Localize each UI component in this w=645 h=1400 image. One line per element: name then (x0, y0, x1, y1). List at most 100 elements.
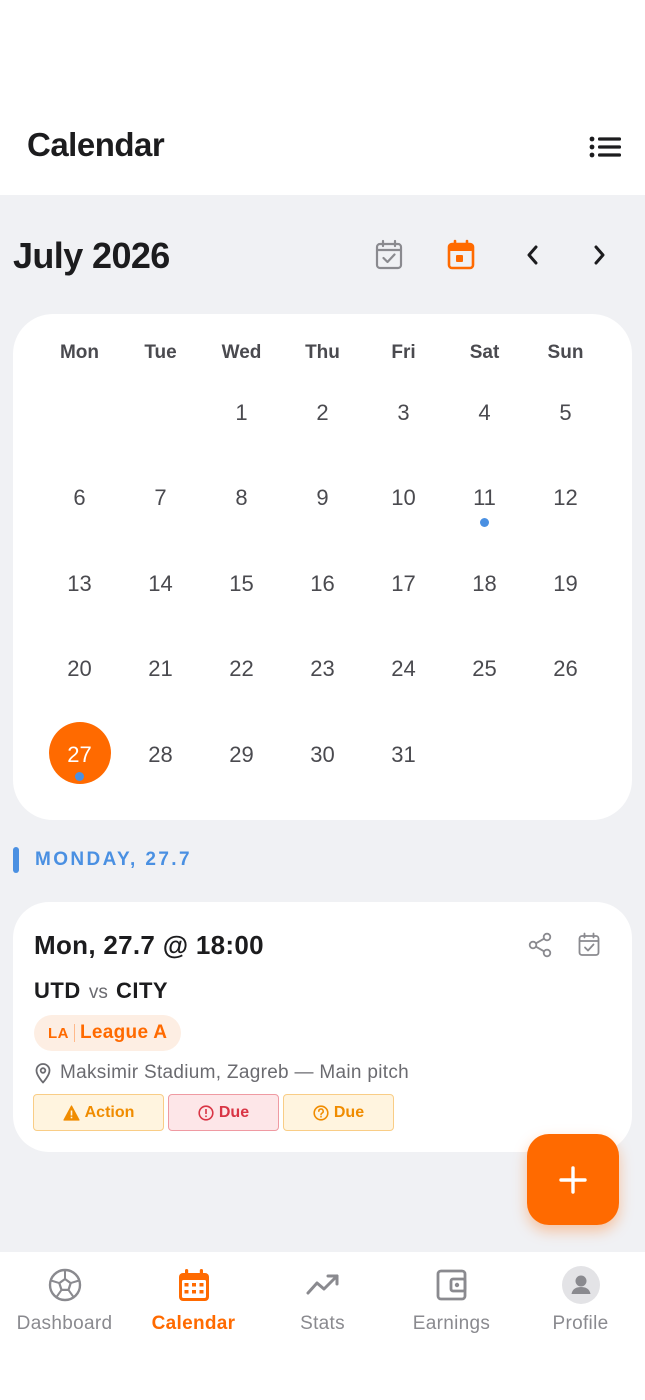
next-month-button[interactable] (577, 233, 621, 277)
calendar-day[interactable]: 30 (282, 712, 363, 798)
calendar-day-number: 13 (67, 570, 92, 596)
empty-day-cell (525, 712, 606, 798)
add-event-button[interactable] (527, 1134, 619, 1225)
previous-month-button[interactable] (511, 233, 555, 277)
chevron-right-icon (594, 245, 605, 265)
empty-day-cell (39, 370, 120, 456)
calendar-day[interactable]: 13 (39, 541, 120, 627)
calendar-day[interactable]: 10 (363, 456, 444, 542)
month-calendar: Mon Tue Wed Thu Fri Sat Sun 1 2 3 4 5 6 7 8 9 10 11 12 13 1… (13, 314, 632, 820)
league-abbreviation: LA (48, 1024, 69, 1042)
add-to-calendar-button[interactable] (572, 928, 606, 962)
nav-stats[interactable]: Stats (258, 1252, 387, 1400)
status-badges: Action Due Due (33, 1094, 394, 1131)
calendar-check-icon (578, 932, 600, 956)
weekday-label: Sun (547, 342, 584, 363)
share-icon (528, 932, 552, 958)
calendar-day-number: 24 (391, 656, 416, 682)
calendar-day[interactable]: 19 (525, 541, 606, 627)
calendar-day-number: 8 (235, 485, 248, 511)
warning-icon (63, 1104, 80, 1121)
top-app-bar: Calendar (0, 0, 645, 195)
weekday-header-row: Mon Tue Wed Thu Fri Sat Sun (39, 342, 606, 368)
calendar-day-number: 5 (559, 399, 572, 425)
action-badge[interactable]: Action (33, 1094, 164, 1131)
soccer-ball-icon (46, 1266, 84, 1304)
event-indicator-dot (480, 517, 489, 527)
calendar-day[interactable]: 25 (444, 627, 525, 713)
calendar-day[interactable]: 20 (39, 627, 120, 713)
payment-due-badge[interactable]: Due (168, 1094, 279, 1131)
calendar-day[interactable]: 26 (525, 627, 606, 713)
map-pin-icon (34, 1061, 54, 1085)
agenda-view-button[interactable] (367, 233, 411, 277)
calendar-day[interactable]: 29 (201, 712, 282, 798)
question-circle-icon (313, 1104, 329, 1121)
calendar-day[interactable]: 9 (282, 456, 363, 542)
empty-day-cell (120, 370, 201, 456)
list-view-button[interactable] (586, 132, 624, 162)
calendar-day[interactable]: 17 (363, 541, 444, 627)
calendar-day[interactable]: 14 (120, 541, 201, 627)
match-teams: UTD vs CITY (34, 978, 168, 1004)
calendar-day[interactable]: 15 (201, 541, 282, 627)
calendar-day-number: 27 (67, 741, 92, 767)
nav-profile-label: Profile (552, 1313, 609, 1334)
calendar-day[interactable]: 12 (525, 456, 606, 542)
calendar-day-selected[interactable]: 27 (39, 712, 120, 798)
calendar-day-number: 26 (553, 656, 578, 682)
calendar-day-number: 12 (553, 485, 578, 511)
calendar-day[interactable]: 16 (282, 541, 363, 627)
empty-day-cell (444, 712, 525, 798)
calendar-day[interactable]: 22 (201, 627, 282, 713)
calendar-day[interactable]: 23 (282, 627, 363, 713)
calendar-day-number: 21 (148, 656, 173, 682)
bottom-navigation: Dashboard Calendar Stats Earnings Profil… (0, 1252, 645, 1400)
calendar-day[interactable]: 7 (120, 456, 201, 542)
match-card[interactable]: Mon, 27.7 @ 18:00 UTD vs CITY LA League … (13, 902, 632, 1152)
calendar-day-number: 3 (397, 399, 410, 425)
month-header: July 2026 (0, 225, 645, 287)
league-name: League A (80, 1022, 168, 1043)
nav-earnings[interactable]: Earnings (387, 1252, 516, 1400)
calendar-day-number: 28 (148, 741, 173, 767)
calendar-day-number: 29 (229, 741, 254, 767)
plus-icon (559, 1165, 587, 1194)
nav-profile[interactable]: Profile (516, 1252, 645, 1400)
alert-circle-icon (198, 1104, 214, 1121)
calendar-day[interactable]: 5 (525, 370, 606, 456)
nav-dashboard[interactable]: Dashboard (0, 1252, 129, 1400)
venue-text: Maksimir Stadium, Zagreb — Main pitch (60, 1062, 409, 1083)
calendar-day[interactable]: 18 (444, 541, 525, 627)
calendar-day[interactable]: 6 (39, 456, 120, 542)
calendar-day-number: 31 (391, 741, 416, 767)
league-chip[interactable]: LA League A (34, 1015, 182, 1051)
month-view-button[interactable] (439, 233, 483, 277)
calendar-day-number: 16 (310, 570, 335, 596)
calendar-day[interactable]: 4 (444, 370, 525, 456)
nav-calendar[interactable]: Calendar (129, 1252, 258, 1400)
nav-calendar-label: Calendar (151, 1313, 236, 1334)
calendar-day-grid: 1 2 3 4 5 6 7 8 9 10 11 12 13 14 15 16 17 18 19 20 21 22 23 24 2… (39, 370, 606, 798)
calendar-day[interactable]: 21 (120, 627, 201, 713)
calendar-day[interactable]: 1 (201, 370, 282, 456)
calendar-day[interactable]: 11 (444, 456, 525, 542)
calendar-day[interactable]: 28 (120, 712, 201, 798)
calendar-day[interactable]: 24 (363, 627, 444, 713)
calendar-day-icon (447, 239, 475, 270)
weekday-label: Sat (469, 342, 500, 363)
calendar-day[interactable]: 31 (363, 712, 444, 798)
trending-up-icon (304, 1266, 342, 1304)
calendar-day[interactable]: 8 (201, 456, 282, 542)
calendar-day-number: 9 (316, 485, 329, 511)
calendar-day-number: 6 (73, 485, 86, 511)
user-icon (561, 1266, 600, 1304)
home-team: UTD (34, 978, 81, 1003)
calendar-day-number: 19 (553, 570, 578, 596)
match-datetime: Mon, 27.7 @ 18:00 (34, 930, 264, 960)
calendar-day[interactable]: 2 (282, 370, 363, 456)
share-button[interactable] (523, 928, 557, 962)
calendar-day-number: 18 (472, 570, 497, 596)
calendar-day[interactable]: 3 (363, 370, 444, 456)
confirmation-due-badge[interactable]: Due (283, 1094, 394, 1131)
